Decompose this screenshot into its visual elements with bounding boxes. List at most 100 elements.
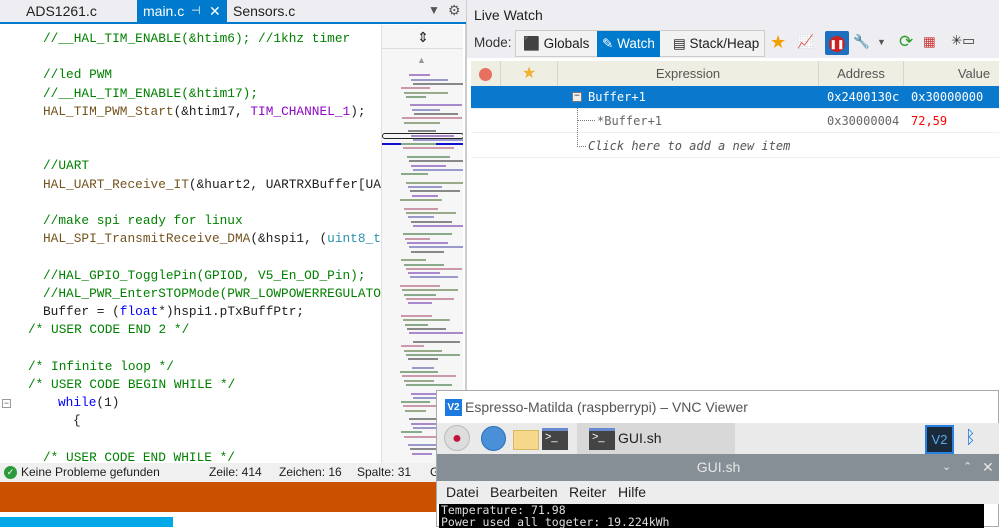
pencil-icon: ✎: [602, 36, 614, 51]
code-token: HAL_TIM_PWM_Start: [43, 103, 174, 119]
mode-watch-button[interactable]: ✎ Watch: [597, 31, 660, 57]
code-line: HAL_UART_Receive_IT(&huart2, UARTRXBuffe…: [43, 176, 381, 194]
graph-icon[interactable]: 📈: [797, 34, 814, 50]
minimap-line: [407, 358, 438, 361]
minimap-line: [401, 173, 428, 176]
char-status: Zeichen: 16: [279, 465, 342, 479]
code-token: uint8_t: [327, 231, 381, 247]
scroll-up-icon[interactable]: ▲: [417, 55, 426, 65]
minimap-line: [401, 431, 422, 434]
wrench-icon[interactable]: 🔧: [853, 34, 870, 50]
minimap-line: [404, 121, 440, 124]
minimap-line: [409, 104, 462, 107]
bluetooth-icon[interactable]: ᛒ: [965, 427, 976, 448]
watch-table-header: ★ Expression Address Value: [471, 61, 999, 86]
window-title: Espresso-Matilda (raspberrypi) – VNC Vie…: [465, 399, 748, 415]
minimap-line: [409, 160, 463, 163]
minimap-line: [406, 383, 452, 386]
pin-icon[interactable]: ⊣: [191, 0, 201, 22]
code-line: //UART: [43, 158, 90, 174]
watch-row[interactable]: *Buffer+1 0x30000004 72,59: [471, 108, 999, 133]
minimap-line: [412, 138, 463, 141]
minimap-line: [409, 276, 458, 279]
menu-bearbeiten[interactable]: Bearbeiten: [490, 481, 558, 504]
minimap-line: [408, 216, 434, 219]
new-window-icon[interactable]: ✳▭: [951, 33, 975, 49]
minimap-line: [401, 259, 426, 262]
code-line: /* Infinite loop */: [28, 358, 174, 374]
minimap-line: [411, 452, 432, 455]
minimap-line: [407, 328, 446, 330]
minimap-line: [405, 353, 460, 356]
code-area[interactable]: //__HAL_TIM_ENABLE(&htim6); //1khz timer…: [0, 25, 381, 463]
mode-globals-button[interactable]: ⬛ Globals: [518, 31, 594, 57]
browser-icon[interactable]: [481, 426, 506, 451]
mode-stackheap-button[interactable]: ▤ Stack/Heap: [668, 31, 764, 57]
tab-sensors[interactable]: Sensors.c: [227, 0, 301, 22]
minimap-line: [405, 267, 462, 270]
problems-status[interactable]: Keine Probleme gefunden: [21, 463, 160, 482]
tab-main[interactable]: main.c ⊣ ✕: [137, 0, 227, 22]
watch-row[interactable]: − Buffer+1 0x2400130c 0x30000000: [471, 86, 999, 109]
mode-label: Mode:: [474, 35, 512, 50]
close-icon[interactable]: ✕: [209, 0, 221, 22]
star-icon[interactable]: ★: [770, 32, 786, 53]
menu-reiter[interactable]: Reiter: [569, 481, 606, 504]
dropdown-icon[interactable]: ▼: [877, 37, 886, 47]
minimize-icon[interactable]: ⌄: [942, 454, 951, 481]
code-token: while: [58, 395, 97, 410]
refresh-icon[interactable]: ⟳: [899, 32, 913, 52]
minimap-line: [403, 435, 440, 438]
mode-label-text: Stack/Heap: [689, 36, 760, 51]
add-item-row[interactable]: Click here to add a new item: [471, 110, 999, 158]
minimap-line: [400, 401, 430, 404]
split-icon[interactable]: ⇕: [382, 25, 463, 49]
menu-datei[interactable]: Datei: [446, 481, 479, 504]
terminal-icon[interactable]: >_: [542, 428, 568, 450]
minimap-line: [404, 237, 430, 240]
live-watch-panel: Live Watch Mode: ⬛ Globals ✎ Watch ▤ Sta…: [466, 0, 999, 390]
minimap-line: [408, 302, 432, 305]
minimap-line: [409, 332, 463, 335]
minimap-line: [413, 82, 463, 85]
taskbar-gui-sh[interactable]: >_ GUI.sh: [577, 423, 735, 454]
status-bar: ✓ Keine Probleme gefunden Zeile: 414 Zei…: [0, 463, 466, 482]
code-line: //HAL_PWR_EnterSTOPMode(PWR_LOWPOWERREGU…: [43, 285, 381, 301]
minimap-line: [404, 379, 434, 382]
breakpoint-icon: [479, 68, 492, 82]
code-token: HAL_SPI_TransmitReceive_DMA: [43, 231, 251, 247]
minimap-line: [404, 293, 436, 296]
close-icon[interactable]: ✕: [982, 454, 994, 481]
taskbar-item[interactable]: [0, 517, 173, 527]
menu-hilfe[interactable]: Hilfe: [618, 481, 646, 504]
minimap-line: [403, 91, 448, 94]
minimap-line: [407, 186, 442, 189]
minimap-line: [407, 242, 448, 244]
minimap-line: [402, 147, 454, 150]
vnc-tray-icon[interactable]: V2: [925, 425, 954, 454]
maximize-icon[interactable]: ⌃: [963, 454, 972, 481]
address-header[interactable]: Address: [819, 61, 904, 86]
code-token: float: [119, 304, 159, 319]
minimap-line: [412, 224, 463, 227]
code-line: Buffer = (float*)hspi1.pTxBuffPtr;: [43, 303, 304, 321]
folder-icon[interactable]: [513, 430, 539, 450]
watch-toolbar: Mode: ⬛ Globals ✎ Watch ▤ Stack/Heap ★ 📈…: [467, 30, 999, 58]
terminal-line: Power used all togeter: 19.224kWh: [441, 515, 670, 528]
collapse-icon[interactable]: −: [2, 399, 11, 408]
raspberry-menu-icon[interactable]: ●: [444, 425, 470, 451]
gear-icon[interactable]: ⚙: [448, 2, 461, 19]
terminal-output[interactable]: Temperature: 71.98 Power used all togete…: [439, 504, 984, 528]
minimap-line: [409, 74, 430, 77]
expression: *Buffer+1: [597, 114, 663, 128]
export-icon[interactable]: ▦: [923, 34, 936, 50]
tab-ads1261[interactable]: ADS1261.c: [20, 0, 103, 22]
collapse-icon[interactable]: −: [572, 92, 582, 102]
value-header[interactable]: Value: [904, 61, 999, 86]
expression-header[interactable]: Expression: [558, 61, 819, 86]
minimap-line: [403, 263, 444, 266]
pause-icon[interactable]: ❚❚: [829, 36, 845, 52]
add-item-placeholder[interactable]: Click here to add a new item: [588, 135, 790, 158]
tab-list-dropdown-icon[interactable]: ▼: [428, 3, 440, 17]
expression: Buffer+1: [588, 90, 646, 104]
